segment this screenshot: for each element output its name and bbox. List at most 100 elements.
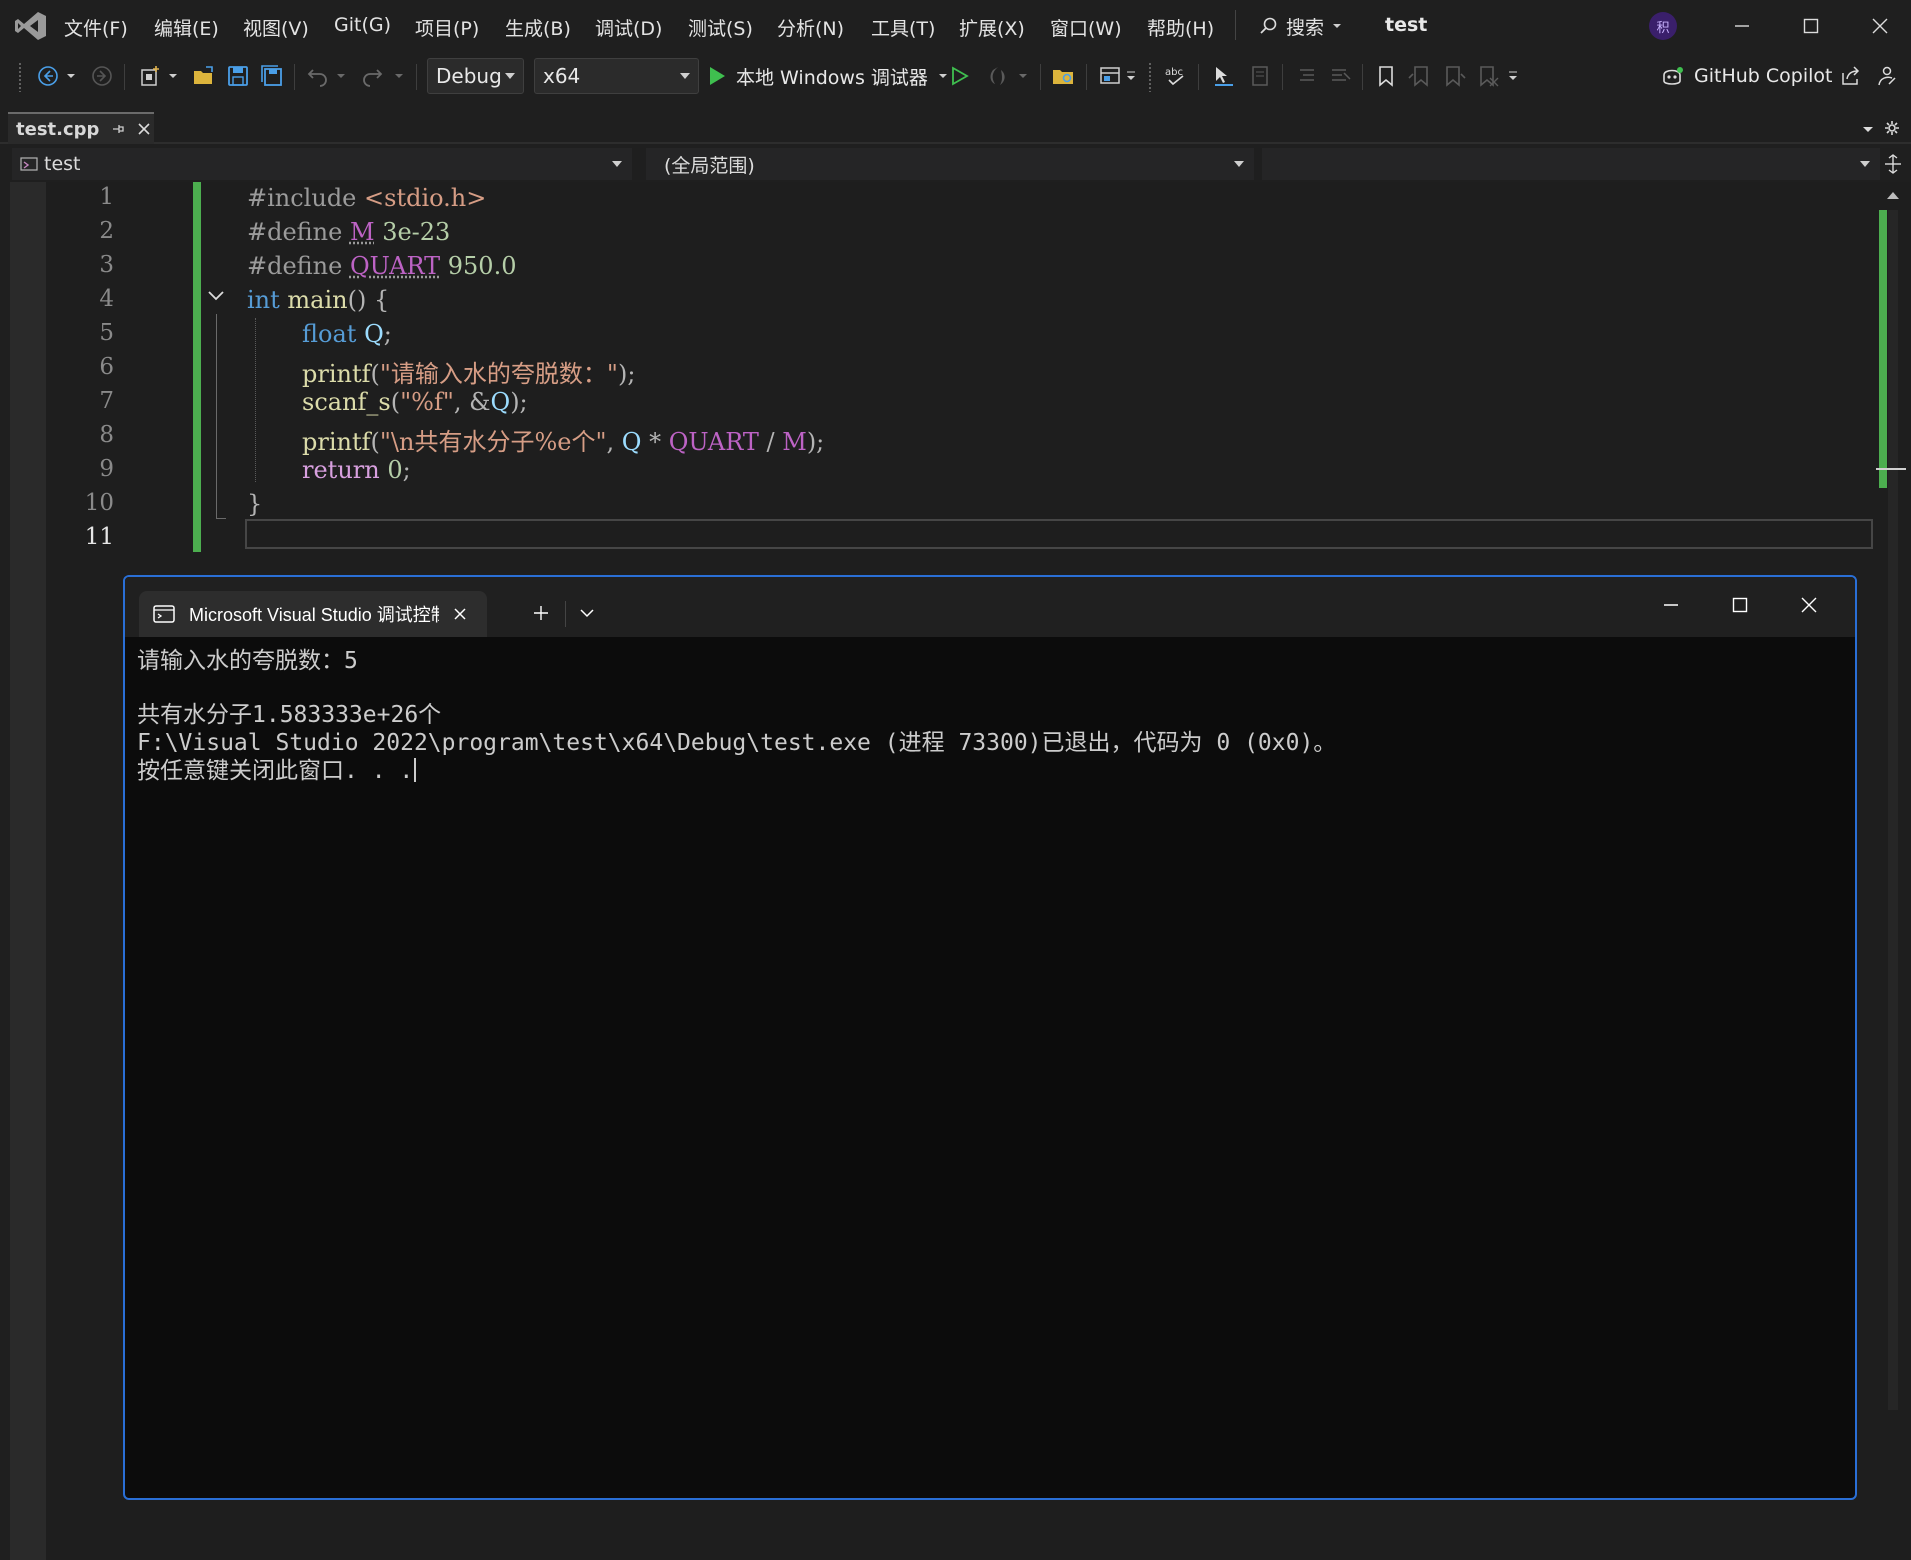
console-title-bar[interactable]: Microsoft Visual Studio 调试控制台 bbox=[125, 577, 1855, 637]
scrollbar-track[interactable] bbox=[1888, 210, 1898, 1410]
menu-extensions[interactable]: 扩展(X) bbox=[959, 14, 1025, 41]
project-dropdown[interactable]: test bbox=[12, 148, 632, 180]
keyword: float bbox=[302, 320, 357, 348]
operator: / bbox=[758, 428, 783, 456]
menu-test[interactable]: 测试(S) bbox=[688, 14, 753, 41]
navigate-back-button[interactable] bbox=[34, 62, 62, 90]
toolbar-overflow-button[interactable] bbox=[1506, 62, 1520, 90]
cursor-select-icon bbox=[1215, 67, 1233, 86]
menu-build[interactable]: 生成(B) bbox=[505, 14, 571, 41]
line-number-gutter: 1 2 3 4 5 6 7 8 9 10 11 bbox=[46, 182, 194, 554]
menu-help[interactable]: 帮助(H) bbox=[1147, 14, 1214, 41]
console-tab[interactable]: Microsoft Visual Studio 调试控制台 bbox=[139, 591, 487, 637]
console-line: 请输入水的夸脱数：5 bbox=[137, 648, 358, 674]
new-project-dropdown[interactable] bbox=[166, 62, 180, 90]
function-name: main bbox=[287, 286, 348, 314]
toolbar-grip[interactable] bbox=[1148, 62, 1152, 92]
menu-analyze[interactable]: 分析(N) bbox=[777, 14, 844, 41]
redo-button[interactable] bbox=[358, 62, 386, 90]
punctuation: () { bbox=[347, 286, 390, 314]
split-window-icon[interactable] bbox=[1884, 154, 1902, 174]
close-button[interactable] bbox=[1857, 8, 1903, 44]
macro-value: 950.0 bbox=[440, 252, 517, 280]
start-debugging-button[interactable]: 本地 Windows 调试器 bbox=[708, 60, 948, 92]
code-line-6: printf("请输入水的夸脱数："); bbox=[302, 354, 635, 389]
scroll-up-icon[interactable] bbox=[1886, 190, 1900, 200]
save-all-button[interactable] bbox=[258, 62, 286, 90]
pin-icon[interactable] bbox=[111, 122, 125, 136]
spell-check-button[interactable]: abc bbox=[1162, 62, 1190, 90]
search-button[interactable]: 搜索 bbox=[1258, 12, 1342, 40]
collapse-chevron-icon[interactable] bbox=[206, 288, 226, 304]
console-close-button[interactable] bbox=[1781, 585, 1837, 625]
person-feedback-icon bbox=[1878, 66, 1896, 86]
clear-bookmarks-button[interactable] bbox=[1474, 62, 1502, 90]
menu-window[interactable]: 窗口(W) bbox=[1050, 14, 1122, 41]
tab-separator bbox=[565, 601, 566, 627]
punctuation: ); bbox=[806, 428, 825, 456]
share-button[interactable] bbox=[1836, 62, 1864, 90]
close-icon[interactable] bbox=[137, 122, 151, 136]
new-project-button[interactable] bbox=[136, 62, 164, 90]
visual-studio-logo-icon[interactable] bbox=[14, 10, 48, 42]
navigate-forward-button[interactable] bbox=[88, 62, 116, 90]
tab-list-dropdown-icon[interactable] bbox=[1862, 126, 1874, 134]
comment-out-button[interactable] bbox=[1292, 62, 1320, 90]
menu-project[interactable]: 项目(P) bbox=[415, 14, 479, 41]
configuration-select[interactable]: Debug bbox=[427, 58, 524, 94]
layout-button[interactable] bbox=[1096, 62, 1124, 90]
code-line-10: } bbox=[247, 490, 262, 518]
console-minimize-button[interactable] bbox=[1643, 585, 1699, 625]
platform-select[interactable]: x64 bbox=[534, 58, 699, 94]
tab-dropdown-button[interactable] bbox=[569, 595, 605, 631]
chevron-down-icon bbox=[1127, 71, 1135, 80]
format-icon bbox=[1252, 66, 1268, 86]
toggle-bookmark-button[interactable] bbox=[1372, 62, 1400, 90]
scope-dropdown[interactable]: (全局范围) bbox=[646, 148, 1254, 180]
punctuation: ); bbox=[510, 388, 528, 416]
new-tab-button[interactable] bbox=[523, 595, 559, 631]
menu-edit[interactable]: 编辑(E) bbox=[154, 14, 219, 41]
navigate-back-dropdown[interactable] bbox=[64, 62, 78, 90]
menu-tools[interactable]: 工具(T) bbox=[871, 14, 935, 41]
solution-explorer-button[interactable] bbox=[1050, 62, 1078, 90]
redo-dropdown[interactable] bbox=[392, 62, 406, 90]
console-prompt-text: 按任意键关闭此窗口. . . bbox=[137, 758, 414, 784]
console-output[interactable]: 请输入水的夸脱数：5 共有水分子1.583333e+26个 F:\Visual … bbox=[137, 647, 1843, 1498]
save-button[interactable] bbox=[224, 62, 252, 90]
menu-git[interactable]: Git(G) bbox=[334, 14, 391, 36]
indent-guide bbox=[255, 318, 256, 482]
open-file-button[interactable] bbox=[190, 62, 218, 90]
keyword: return bbox=[302, 456, 380, 484]
close-icon[interactable] bbox=[453, 607, 467, 621]
member-dropdown[interactable] bbox=[1262, 148, 1880, 180]
undo-dropdown[interactable] bbox=[334, 62, 348, 90]
debug-console-window: Microsoft Visual Studio 调试控制台 请输入水的夸脱数：5… bbox=[123, 575, 1857, 1500]
github-copilot-button[interactable]: GitHub Copilot bbox=[1660, 60, 1832, 92]
maximize-button[interactable] bbox=[1788, 8, 1834, 44]
next-bookmark-button[interactable] bbox=[1440, 62, 1468, 90]
menu-view[interactable]: 视图(V) bbox=[243, 14, 309, 41]
chevron-down-icon bbox=[612, 161, 622, 167]
minimize-button[interactable] bbox=[1719, 8, 1765, 44]
feedback-button[interactable] bbox=[1872, 62, 1900, 90]
share-icon bbox=[1842, 66, 1860, 85]
toolbar-grip[interactable] bbox=[18, 62, 22, 92]
chevron-down-icon bbox=[1860, 161, 1870, 167]
hot-reload-button[interactable] bbox=[984, 62, 1012, 90]
start-without-debugging-button[interactable] bbox=[946, 62, 974, 90]
previous-bookmark-button[interactable] bbox=[1406, 62, 1434, 90]
select-element-button[interactable] bbox=[1210, 62, 1238, 90]
menu-file[interactable]: 文件(F) bbox=[64, 14, 128, 41]
gear-icon[interactable] bbox=[1884, 120, 1900, 136]
undo-button[interactable] bbox=[304, 62, 332, 90]
menu-debug[interactable]: 调试(D) bbox=[595, 14, 662, 41]
hot-reload-dropdown[interactable] bbox=[1016, 62, 1030, 90]
layout-dropdown[interactable] bbox=[1124, 62, 1138, 90]
avatar[interactable]: 积 bbox=[1649, 12, 1677, 40]
format-button[interactable] bbox=[1246, 62, 1274, 90]
tab-test-cpp[interactable]: test.cpp bbox=[8, 112, 154, 144]
console-maximize-button[interactable] bbox=[1712, 585, 1768, 625]
uncomment-button[interactable] bbox=[1326, 62, 1354, 90]
punctuation: ( bbox=[390, 388, 401, 416]
